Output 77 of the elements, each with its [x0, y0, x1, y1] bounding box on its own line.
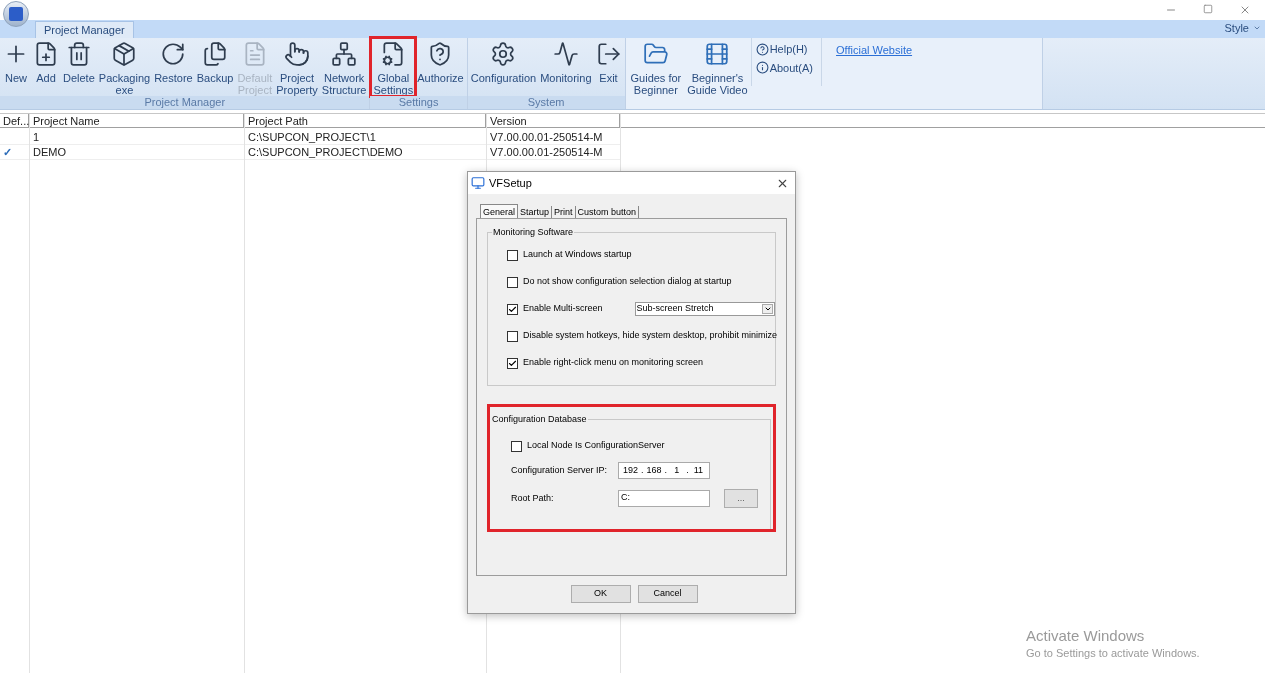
browse-button[interactable]: ... — [724, 489, 758, 508]
ribbon-button[interactable]: Global Settings — [371, 38, 416, 96]
checkbox-label: Do not show configuration selection dialog at startup — [523, 275, 732, 289]
checkbox-label: Enable Multi-screen — [523, 302, 603, 316]
dialog-tab[interactable]: General — [480, 204, 519, 218]
checkbox-label: Local Node Is ConfigurationServer — [527, 439, 665, 453]
official-website-link[interactable]: Official Website — [836, 44, 913, 56]
group-label: Settings — [370, 96, 467, 109]
help-link[interactable]: Help(H) — [755, 41, 814, 58]
folder-icon — [642, 41, 669, 67]
help-icon — [755, 42, 769, 56]
info-icon — [755, 61, 769, 75]
ribbon-tab[interactable]: Project Manager — [35, 21, 134, 38]
film-icon — [704, 41, 731, 67]
group-label: System — [467, 96, 625, 109]
activation-text: Go to Settings to activate Windows. — [1026, 646, 1200, 661]
ribbon-button[interactable]: Network Structure — [319, 38, 369, 96]
checkbox[interactable] — [507, 357, 518, 369]
field-label: Root Path: — [511, 491, 555, 505]
column-header[interactable]: Project Name — [30, 114, 244, 128]
ribbon-button[interactable]: New — [1, 38, 31, 96]
ribbon-button[interactable]: Configuration — [468, 38, 539, 96]
column-header[interactable]: Version — [487, 114, 620, 128]
box-icon — [111, 41, 138, 67]
file-plus-icon — [33, 41, 59, 67]
root-path-field[interactable]: C: — [618, 490, 710, 507]
column-header[interactable]: Def... — [0, 114, 29, 128]
checkbox[interactable] — [507, 330, 518, 342]
guide-button[interactable]: Beginner's Guide Video — [684, 38, 751, 109]
ribbon-button[interactable]: Project Property — [274, 38, 320, 96]
dropdown[interactable]: Sub-screen Stretch — [634, 302, 775, 316]
ribbon-button[interactable]: Delete — [61, 38, 97, 96]
checkbox-label: Enable right-click menu on monitoring screen — [523, 356, 704, 370]
group-title: Configuration Database — [492, 414, 588, 425]
ribbon-button[interactable]: Exit — [593, 38, 624, 96]
monitor-icon — [471, 176, 485, 190]
ribbon-button[interactable]: Packaging exe — [96, 38, 153, 96]
dialog-button[interactable]: OK — [570, 585, 631, 603]
ribbon-button[interactable]: Backup — [194, 38, 236, 96]
ip-address-field[interactable]: 192 . 168 . 1 . 11 — [618, 462, 710, 479]
checkbox-label: Launch at Windows startup — [523, 248, 632, 262]
style-menu[interactable]: Style — [1224, 19, 1261, 36]
check-mark: ✓ — [3, 146, 12, 158]
ribbon-button[interactable]: Add — [31, 38, 61, 96]
ribbon-button[interactable]: Restore — [152, 38, 195, 96]
dialog-button[interactable]: Cancel — [637, 585, 698, 603]
checkbox-label: Disable system hotkeys, hide system desktop, prohibit minimize — [523, 329, 778, 343]
table-cell: C:\SUPCON_PROJECT\DEMO — [248, 146, 403, 158]
activation-title: Activate Windows — [1026, 627, 1146, 645]
table-cell: V7.00.00.01-250514-M — [490, 146, 603, 158]
group-title: Monitoring Software — [492, 227, 575, 238]
caret-icon — [763, 305, 772, 313]
table-cell: DEMO — [33, 146, 66, 158]
files-icon — [202, 41, 229, 67]
monitor-chart-icon — [552, 41, 579, 67]
hierarchy-icon — [331, 41, 358, 67]
guide-button[interactable]: Guides for Beginner — [627, 38, 685, 109]
settings-icon — [490, 41, 517, 67]
table-cell: 1 — [33, 131, 40, 143]
checkbox[interactable] — [507, 249, 518, 261]
trash-icon — [65, 41, 92, 67]
checkbox[interactable] — [507, 303, 518, 315]
checkbox[interactable] — [507, 276, 518, 288]
ribbon-button[interactable]: Monitoring — [538, 38, 594, 96]
checkbox[interactable] — [511, 440, 522, 452]
pointer-icon — [284, 41, 311, 67]
group-label: Project Manager — [0, 96, 370, 109]
field-label: Configuration Server IP: — [511, 463, 609, 477]
app-orb[interactable] — [3, 1, 29, 27]
table-cell: C:\SUPCON_PROJECT\1 — [248, 131, 376, 143]
dialog-title: VFSetup — [489, 175, 532, 191]
column-header[interactable]: Project Path — [245, 114, 486, 128]
rotate-icon — [160, 41, 187, 67]
ribbon-button[interactable]: Authorize — [415, 38, 466, 96]
table-cell: V7.00.00.01-250514-M — [490, 131, 603, 143]
help-link[interactable]: About(A) — [755, 59, 814, 76]
exit-icon — [595, 41, 622, 67]
